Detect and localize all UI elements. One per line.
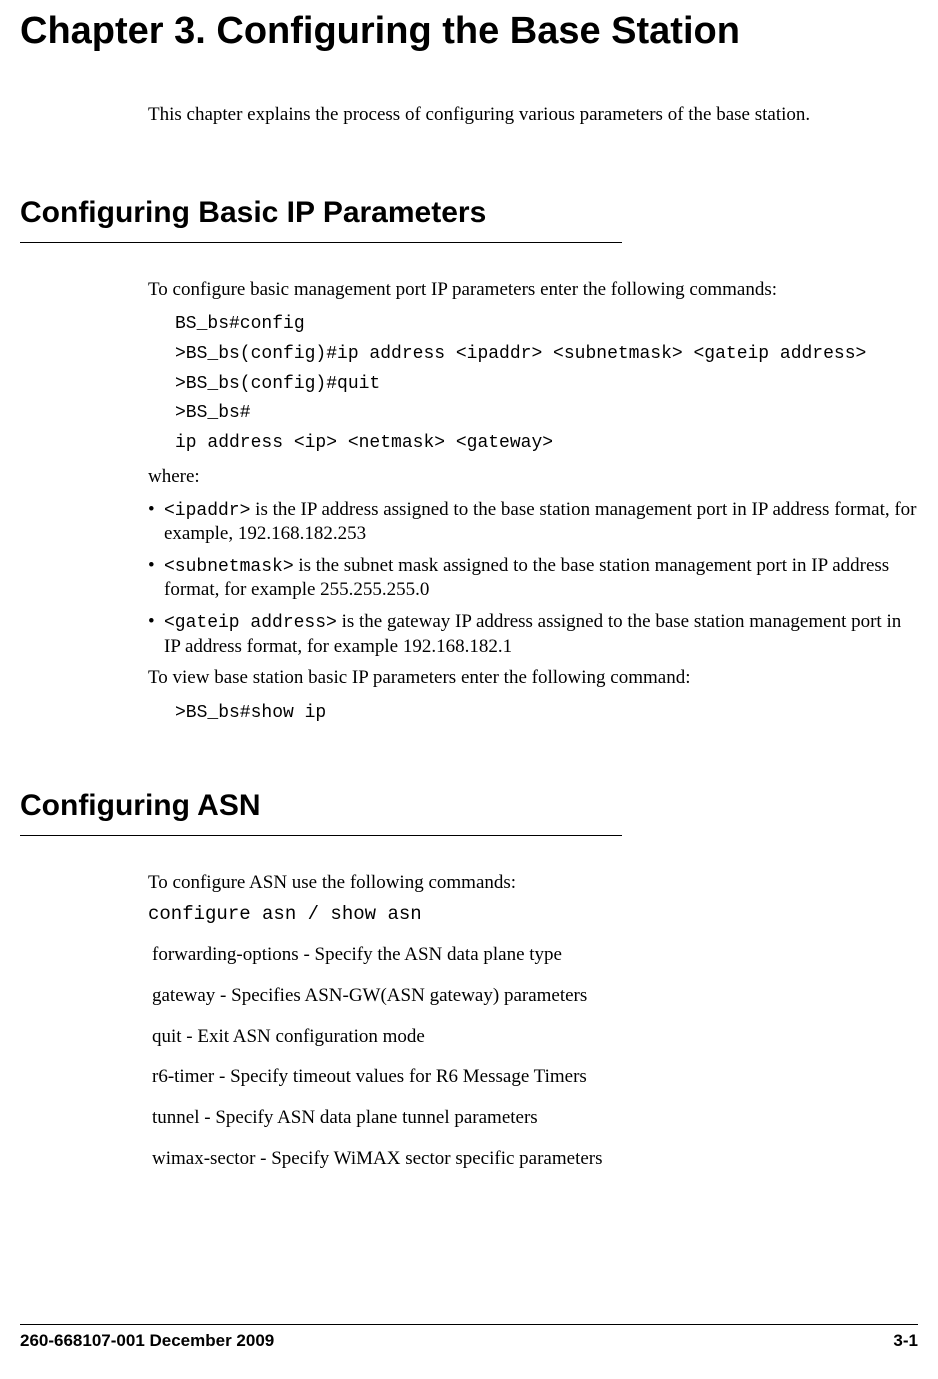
asn-option-row: tunnel - Specify ASN data plane tunnel p… xyxy=(152,1106,918,1131)
footer-doc-id: 260-668107-001 December 2009 xyxy=(20,1331,274,1351)
where-label: where: xyxy=(148,465,918,490)
param-term: <subnetmask> xyxy=(164,557,294,577)
param-term: <ipaddr> xyxy=(164,501,250,521)
asn-option-row: wimax-sector - Specify WiMAX sector spec… xyxy=(152,1147,918,1172)
chapter-title: Chapter 3. Configuring the Base Station xyxy=(20,10,918,54)
list-item: <subnetmask> is the subnet mask assigned… xyxy=(148,554,918,602)
code-block-ip-config: BS_bs#config >BS_bs(config)#ip address <… xyxy=(175,310,918,458)
asn-desc: Specify timeout values for R6 Message Ti… xyxy=(230,1066,587,1087)
code-block-show-ip: >BS_bs#show ip xyxy=(175,699,918,729)
list-item: <ipaddr> is the IP address assigned to t… xyxy=(148,498,918,546)
section-heading-asn: Configuring ASN xyxy=(20,789,918,823)
asn-term: gateway - xyxy=(152,985,231,1006)
asn-option-row: r6-timer - Specify timeout values for R6… xyxy=(152,1065,918,1090)
param-desc: is the IP address assigned to the base s… xyxy=(164,499,917,545)
asn-desc: Specifies ASN-GW(ASN gateway) parameters xyxy=(231,985,587,1006)
asn-term: quit - xyxy=(152,1026,197,1047)
asn-option-row: quit - Exit ASN configuration mode xyxy=(152,1025,918,1050)
list-item: <gateip address> is the gateway IP addre… xyxy=(148,610,918,658)
asn-command: configure asn / show asn xyxy=(148,903,918,925)
asn-option-row: forwarding-options - Specify the ASN dat… xyxy=(152,943,918,968)
chapter-intro: This chapter explains the process of con… xyxy=(148,104,918,126)
param-term: <gateip address> xyxy=(164,613,337,633)
section1-lead: To configure basic management port IP pa… xyxy=(148,278,918,303)
asn-term: tunnel - xyxy=(152,1107,215,1128)
view-command-lead: To view base station basic IP parameters… xyxy=(148,666,918,691)
asn-term: r6-timer - xyxy=(152,1066,230,1087)
asn-desc: Exit ASN configuration mode xyxy=(197,1026,424,1047)
asn-term: forwarding-options - xyxy=(152,944,315,965)
asn-option-row: gateway - Specifies ASN-GW(ASN gateway) … xyxy=(152,984,918,1009)
section-divider xyxy=(20,835,622,836)
asn-desc: Specify the ASN data plane type xyxy=(315,944,562,965)
footer-page-number: 3-1 xyxy=(893,1331,918,1351)
section2-lead: To configure ASN use the following comma… xyxy=(148,871,918,896)
parameter-list: <ipaddr> is the IP address assigned to t… xyxy=(148,498,918,659)
section-divider xyxy=(20,242,622,243)
asn-desc: Specify WiMAX sector specific parameters xyxy=(271,1148,602,1169)
section-heading-ip: Configuring Basic IP Parameters xyxy=(20,196,918,230)
page-footer: 260-668107-001 December 2009 3-1 xyxy=(20,1324,918,1351)
asn-term: wimax-sector - xyxy=(152,1148,271,1169)
asn-desc: Specify ASN data plane tunnel parameters xyxy=(215,1107,537,1128)
